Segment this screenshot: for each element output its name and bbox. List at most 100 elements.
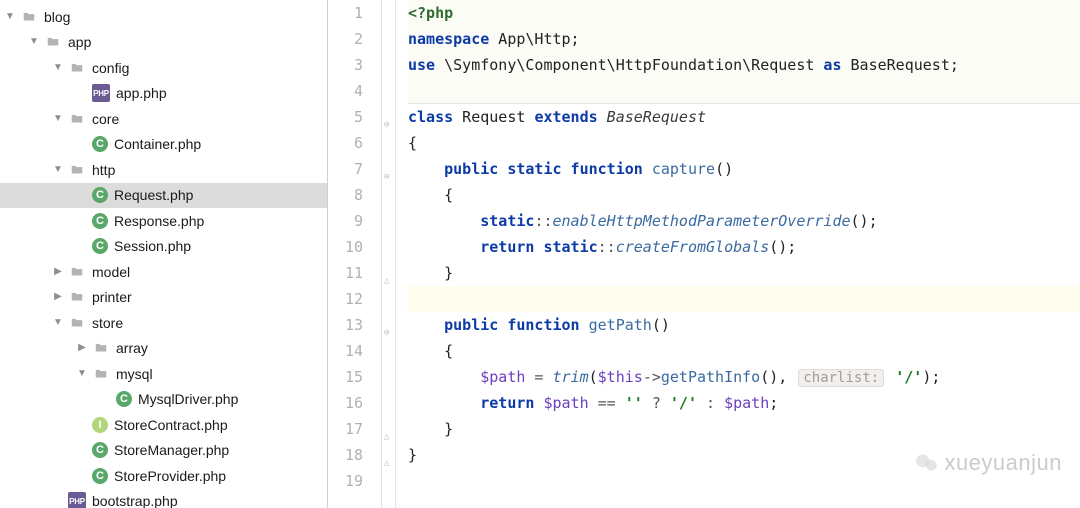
tree-node-label: Response.php (114, 213, 204, 229)
line-number: 11 (328, 260, 363, 286)
line-number: 13 (328, 312, 363, 338)
php-file-icon: PHP (68, 492, 86, 508)
tree-node-label: core (92, 111, 119, 127)
code-editor[interactable]: 12345678910111213141516171819 ⊖⊖△⊖△△ <?p… (328, 0, 1080, 508)
class-icon: C (92, 213, 108, 229)
chevron-down-icon[interactable]: ▼ (54, 166, 62, 174)
code-line[interactable]: class Request extends BaseRequest (408, 104, 1080, 130)
folder-icon (68, 314, 86, 332)
fold-toggle-icon[interactable]: △ (384, 424, 389, 450)
tree-node-app[interactable]: ▼ app (0, 30, 327, 56)
tree-node-label: blog (44, 9, 70, 25)
code-line[interactable] (408, 78, 1080, 104)
line-number: 2 (328, 26, 363, 52)
class-icon: C (92, 442, 108, 458)
line-number: 12 (328, 286, 363, 312)
tree-node-printer[interactable]: ▶ printer (0, 285, 327, 311)
tree-node-mysqldriver-php[interactable]: C MysqlDriver.php (0, 387, 327, 413)
chevron-down-icon[interactable]: ▼ (54, 115, 62, 123)
chevron-right-icon[interactable]: ▶ (78, 344, 86, 352)
tree-node-storeprovider-php[interactable]: CStoreProvider.php (0, 463, 327, 489)
fold-toggle-icon[interactable]: △ (384, 450, 389, 476)
class-icon: C (92, 238, 108, 254)
parameter-hint: charlist: (798, 369, 884, 387)
folder-icon (68, 59, 86, 77)
tree-node-label: http (92, 162, 115, 178)
tree-node-storecontract-php[interactable]: I StoreContract.php (0, 412, 327, 438)
code-line[interactable]: } (408, 442, 1080, 468)
line-number: 17 (328, 416, 363, 442)
tree-node-http[interactable]: ▼ http (0, 157, 327, 183)
interface-icon: I (92, 417, 108, 433)
tree-node-session-php[interactable]: C Session.php (0, 234, 327, 260)
tree-node-label: mysql (116, 366, 153, 382)
chevron-right-icon[interactable]: ▶ (54, 268, 62, 276)
class-icon: C (116, 391, 132, 407)
folder-icon (92, 339, 110, 357)
chevron-down-icon[interactable]: ▼ (78, 370, 86, 378)
code-line[interactable]: namespace App\Http; (408, 26, 1080, 52)
tree-node-array[interactable]: ▶array (0, 336, 327, 362)
code-line[interactable]: public static function capture() (408, 156, 1080, 182)
tree-node-label: StoreContract.php (114, 417, 228, 433)
code-line[interactable]: use \Symfony\Component\HttpFoundation\Re… (408, 52, 1080, 78)
tree-node-label: config (92, 60, 129, 76)
code-line[interactable] (408, 286, 1080, 312)
code-line[interactable]: return static::createFromGlobals(); (408, 234, 1080, 260)
code-line[interactable]: public function getPath() (408, 312, 1080, 338)
class-icon: C (92, 136, 108, 152)
tree-node-label: model (92, 264, 130, 280)
tree-node-label: app (68, 34, 91, 50)
project-tree[interactable]: ▼ blog ▼ app ▼ config PHP app.php ▼ core C Containe… (0, 0, 328, 508)
code-line[interactable]: } (408, 416, 1080, 442)
chevron-right-icon[interactable]: ▶ (54, 293, 62, 301)
fold-gutter[interactable]: ⊖⊖△⊖△△ (382, 0, 396, 508)
folder-icon (68, 263, 86, 281)
php-file-icon: PHP (92, 84, 110, 102)
tree-node-label: printer (92, 289, 132, 305)
tree-node-response-php[interactable]: C Response.php (0, 208, 327, 234)
tree-node-label: MysqlDriver.php (138, 391, 238, 407)
fold-toggle-icon[interactable]: ⊖ (384, 320, 389, 346)
line-number: 6 (328, 130, 363, 156)
code-line[interactable]: return $path == '' ? '/' : $path; (408, 390, 1080, 416)
tree-node-config[interactable]: ▼ config (0, 55, 327, 81)
fold-toggle-icon[interactable]: △ (384, 268, 389, 294)
chevron-down-icon[interactable]: ▼ (54, 64, 62, 72)
class-icon: C (92, 187, 108, 203)
tree-node-label: app.php (116, 85, 167, 101)
php-open-tag: <?php (408, 4, 453, 22)
tree-node-model[interactable]: ▶ model (0, 259, 327, 285)
tree-node-app-php[interactable]: PHP app.php (0, 81, 327, 107)
code-line[interactable]: $path = trim($this->getPathInfo(), charl… (408, 364, 1080, 390)
code-line[interactable] (408, 468, 1080, 494)
class-icon: C (92, 468, 108, 484)
tree-node-blog[interactable]: ▼ blog (0, 4, 327, 30)
code-line[interactable]: static::enableHttpMethodParameterOverrid… (408, 208, 1080, 234)
tree-node-request-php[interactable]: CRequest.php (0, 183, 327, 209)
line-number: 15 (328, 364, 363, 390)
code-line[interactable]: { (408, 130, 1080, 156)
folder-icon (68, 161, 86, 179)
tree-node-bootstrap-php[interactable]: PHPbootstrap.php (0, 489, 327, 508)
tree-node-core[interactable]: ▼ core (0, 106, 327, 132)
code-line[interactable]: <?php (408, 0, 1080, 26)
code-line[interactable]: } (408, 260, 1080, 286)
fold-toggle-icon[interactable]: ⊖ (384, 164, 389, 190)
chevron-down-icon[interactable]: ▼ (30, 38, 38, 46)
code-line[interactable]: { (408, 182, 1080, 208)
tree-node-label: Container.php (114, 136, 201, 152)
tree-node-container-php[interactable]: C Container.php (0, 132, 327, 158)
line-number: 18 (328, 442, 363, 468)
chevron-down-icon[interactable]: ▼ (54, 319, 62, 327)
tree-node-label: Session.php (114, 238, 191, 254)
line-number: 7 (328, 156, 363, 182)
chevron-down-icon[interactable]: ▼ (6, 13, 14, 21)
tree-node-mysql[interactable]: ▼ mysql (0, 361, 327, 387)
fold-toggle-icon[interactable]: ⊖ (384, 112, 389, 138)
tree-node-store[interactable]: ▼store (0, 310, 327, 336)
line-number: 10 (328, 234, 363, 260)
code-line[interactable]: { (408, 338, 1080, 364)
code-area[interactable]: <?php namespace App\Http; use \Symfony\C… (396, 0, 1080, 508)
tree-node-storemanager-php[interactable]: CStoreManager.php (0, 438, 327, 464)
